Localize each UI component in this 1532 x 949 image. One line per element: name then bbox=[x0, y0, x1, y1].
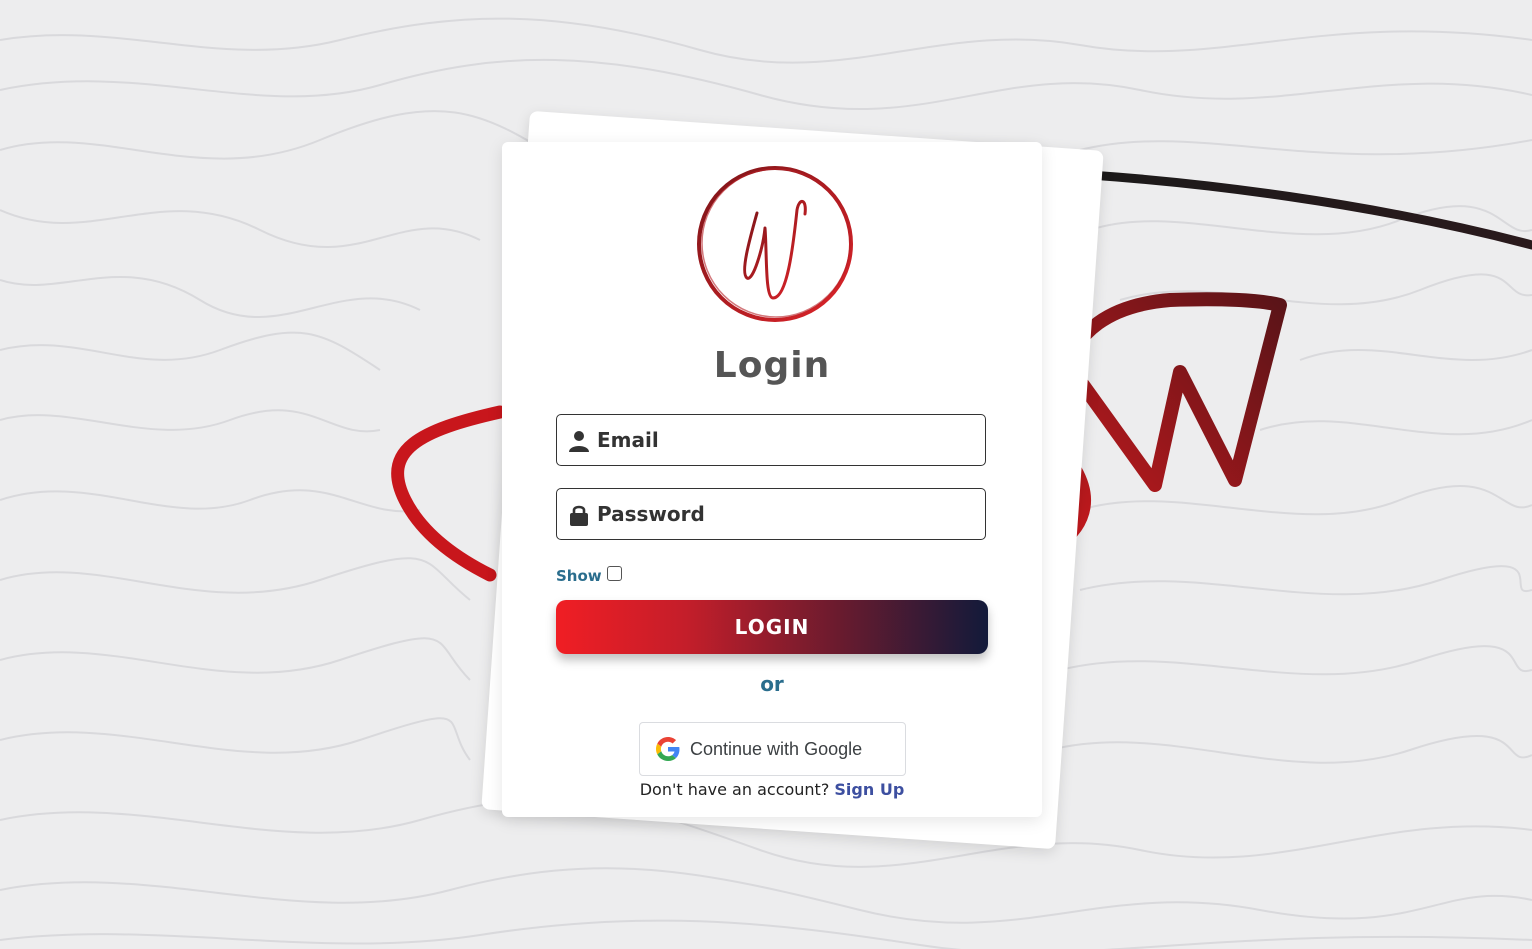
page: Login Show LOGIN or bbox=[0, 0, 1532, 949]
w-logo bbox=[697, 166, 853, 322]
google-signin-button[interactable]: Continue with Google bbox=[639, 722, 906, 776]
signup-row: Don't have an account? Sign Up bbox=[502, 780, 1042, 799]
user-icon bbox=[569, 431, 589, 452]
login-card: Login Show LOGIN or bbox=[502, 142, 1042, 817]
email-field[interactable] bbox=[556, 414, 986, 466]
email-input[interactable] bbox=[597, 415, 977, 465]
signup-link[interactable]: Sign Up bbox=[834, 780, 904, 799]
show-password-checkbox[interactable] bbox=[606, 565, 622, 581]
show-password-label: Show bbox=[556, 567, 602, 585]
password-input[interactable] bbox=[597, 489, 977, 539]
show-password-row: Show bbox=[556, 562, 622, 585]
google-icon bbox=[656, 737, 680, 761]
password-field[interactable] bbox=[556, 488, 986, 540]
lock-icon bbox=[570, 505, 588, 526]
login-button[interactable]: LOGIN bbox=[556, 600, 988, 654]
signup-prompt: Don't have an account? bbox=[639, 780, 835, 799]
google-button-label: Continue with Google bbox=[690, 738, 863, 759]
or-divider: or bbox=[760, 672, 784, 696]
page-title: Login bbox=[713, 345, 831, 386]
